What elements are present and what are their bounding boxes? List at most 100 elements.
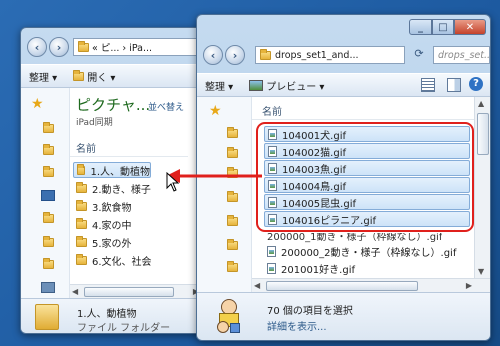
nav-folder-icon[interactable]	[227, 215, 238, 226]
folder-item-5[interactable]: 5.家の外	[73, 234, 132, 250]
folder-preview-icon	[35, 304, 59, 330]
organize-button[interactable]: 整理 ▾	[21, 69, 65, 84]
show-details-link[interactable]: 詳細を表示...	[267, 318, 327, 333]
column-header-name[interactable]: 名前	[262, 103, 282, 118]
gif-file-icon	[268, 145, 277, 157]
file-item[interactable]: 104001犬.gif	[264, 126, 470, 142]
file-list-pane: 名前 104001犬.gif 104002猫.gif 104003魚.gif 1…	[252, 97, 490, 293]
file-label: 201001好き.gif	[281, 264, 355, 276]
selection-count: 70 個の項目を選択	[267, 306, 353, 317]
folder-icon	[76, 199, 87, 211]
file-label: 104016ピラニア.gif	[282, 215, 376, 227]
nav-folder-icon[interactable]	[43, 166, 54, 177]
file-item[interactable]: 104004鳥.gif	[264, 177, 470, 193]
view-options-icon[interactable]	[421, 78, 435, 92]
file-label: 104004鳥.gif	[282, 181, 346, 193]
vertical-scrollbar[interactable]: ▲ ▼	[474, 97, 490, 278]
people-thumbnail-icon	[215, 299, 241, 333]
folder-item-1[interactable]: 1.人、動植物	[73, 162, 151, 178]
file-item[interactable]: 201001好き.gif	[264, 260, 355, 276]
folder-icon	[260, 48, 271, 60]
navigation-pane: ★	[21, 88, 70, 298]
preview-button[interactable]: プレビュー ▾	[241, 78, 332, 93]
file-item[interactable]: 104016ピラニア.gif	[264, 211, 470, 227]
nav-folder-icon[interactable]	[43, 258, 54, 269]
arrange-by[interactable]: 並べ替え	[148, 100, 184, 113]
address-bar[interactable]: drops_set1_and...	[255, 46, 405, 64]
back-button[interactable]: ‹	[203, 45, 223, 65]
horizontal-scrollbar[interactable]: ◀ ▶	[70, 284, 201, 298]
file-item[interactable]: 104003魚.gif	[264, 160, 470, 176]
nav-folder-icon[interactable]	[227, 191, 238, 202]
minimize-button[interactable]: _	[409, 19, 432, 35]
column-header-line	[252, 119, 474, 120]
file-label: 104005昆虫.gif	[282, 198, 356, 210]
column-header-name[interactable]: 名前	[76, 140, 96, 155]
folder-item-2[interactable]: 2.動き、様子	[73, 180, 151, 196]
refresh-button[interactable]: ⟳	[409, 47, 429, 63]
star-icon[interactable]: ★	[209, 103, 222, 119]
address-bar[interactable]: « ピ... › iPa...	[73, 38, 199, 56]
file-item[interactable]: 200000_2動き・様子（枠線なし）.gif	[264, 243, 456, 259]
open-button[interactable]: 開く ▾	[65, 69, 123, 84]
scroll-left-arrow[interactable]: ◀	[72, 287, 78, 296]
back-button[interactable]: ‹	[27, 37, 47, 57]
details-name: 1.人、動植物	[77, 309, 137, 320]
folder-label: 3.飲食物	[92, 202, 132, 214]
folder-icon	[76, 235, 87, 247]
command-bar: 整理 ▾ プレビュー ▾ ?	[197, 73, 490, 97]
forward-button[interactable]: ›	[49, 37, 69, 57]
search-box[interactable]: drops_set...	[433, 46, 490, 64]
nav-folder-icon[interactable]	[227, 127, 238, 138]
scroll-down-arrow[interactable]: ▼	[478, 267, 484, 276]
maximize-button[interactable]: □	[432, 19, 454, 35]
command-bar: 整理 ▾ 開く ▾	[21, 64, 201, 88]
scroll-right-arrow[interactable]: ▶	[466, 281, 472, 290]
breadcrumb: drops_set1_and...	[275, 49, 359, 61]
file-label: 200000_2動き・様子（枠線なし）.gif	[281, 247, 457, 259]
nav-folder-icon[interactable]	[227, 261, 238, 272]
nav-folder-icon[interactable]	[227, 167, 238, 178]
organize-label: 整理 ▾	[29, 72, 58, 84]
scroll-thumb[interactable]	[84, 287, 174, 297]
folder-item-4[interactable]: 4.家の中	[73, 216, 132, 232]
scroll-thumb[interactable]	[477, 113, 489, 155]
horizontal-scrollbar[interactable]: ◀ ▶	[252, 278, 490, 293]
computer-icon[interactable]	[41, 190, 55, 201]
scroll-up-arrow[interactable]: ▲	[478, 99, 484, 108]
file-item-partial[interactable]: 200000_1動き・様子（枠線なし）.gif	[264, 233, 442, 243]
explorer-window-source: _ □ ✕ ‹ › drops_set1_and... ⟳ drops_set.…	[196, 14, 491, 341]
file-item[interactable]: 104005昆虫.gif	[264, 194, 470, 210]
mouse-cursor-icon	[166, 172, 180, 192]
preview-icon	[249, 79, 264, 91]
nav-folder-icon[interactable]	[227, 147, 238, 158]
organize-button[interactable]: 整理 ▾	[197, 78, 241, 93]
scroll-left-arrow[interactable]: ◀	[254, 281, 260, 290]
gif-file-icon	[267, 262, 276, 274]
column-header-line	[70, 156, 188, 157]
nav-folder-icon[interactable]	[227, 239, 238, 250]
nav-folder-icon[interactable]	[43, 236, 54, 247]
gif-file-icon	[267, 245, 276, 257]
close-button[interactable]: ✕	[454, 19, 486, 35]
network-icon[interactable]	[41, 282, 55, 293]
breadcrumb: « ピ... › iPa...	[92, 43, 153, 54]
nav-folder-icon[interactable]	[43, 122, 54, 133]
file-item[interactable]: 104002猫.gif	[264, 143, 470, 159]
folder-item-6[interactable]: 6.文化、社会	[73, 252, 152, 268]
nav-folder-icon[interactable]	[43, 144, 54, 155]
file-label: 104001犬.gif	[282, 130, 346, 142]
scroll-thumb[interactable]	[266, 281, 418, 291]
forward-button[interactable]: ›	[225, 45, 245, 65]
library-title: ピクチャ...	[76, 96, 151, 114]
navigation-pane: ★	[197, 97, 252, 292]
folder-item-3[interactable]: 3.飲食物	[73, 198, 132, 214]
nav-folder-icon[interactable]	[43, 212, 54, 223]
file-label: 104002猫.gif	[282, 147, 346, 159]
library-subtitle: iPad同期	[76, 118, 113, 128]
gif-file-icon	[268, 179, 277, 191]
folder-label: 6.文化、社会	[92, 256, 152, 268]
star-icon[interactable]: ★	[31, 96, 44, 112]
preview-pane-icon[interactable]	[447, 78, 461, 92]
help-icon[interactable]: ?	[469, 77, 483, 91]
